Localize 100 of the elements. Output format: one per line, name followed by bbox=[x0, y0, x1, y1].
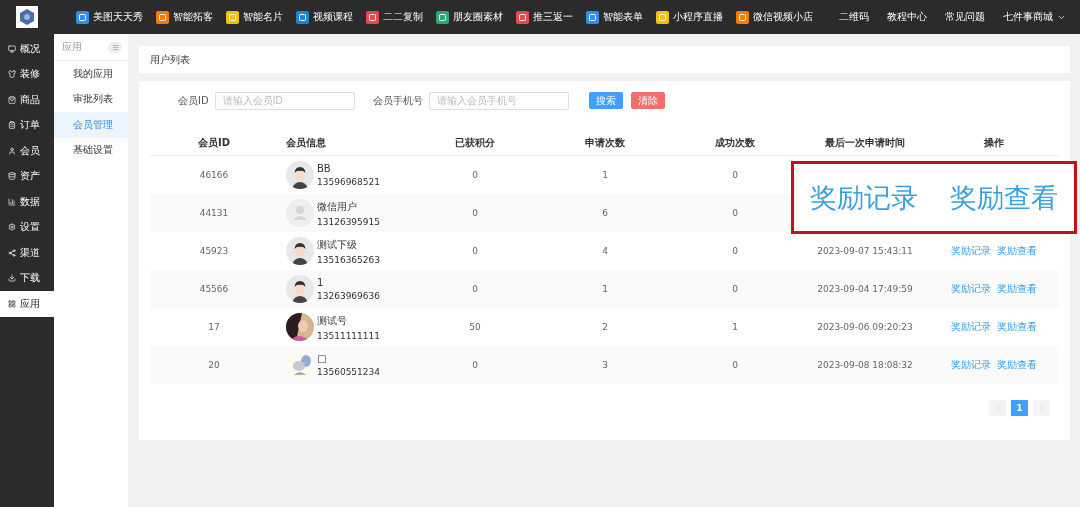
table-cell: 0 bbox=[472, 246, 478, 256]
member-name: 测试下级 bbox=[317, 237, 358, 252]
input-field[interactable]: 请输入会员手机号 bbox=[428, 91, 569, 110]
column-header: 会员ID bbox=[198, 136, 230, 150]
callout-text: 奖励查看 bbox=[950, 180, 1058, 215]
subnav-item[interactable]: 基础设置 bbox=[54, 137, 128, 163]
member-name: BB bbox=[317, 163, 332, 174]
bar-chart-icon bbox=[8, 197, 16, 206]
member-phone: 13596968521 bbox=[317, 177, 380, 187]
member-phone: 13516365263 bbox=[317, 254, 380, 265]
table-cell: 0 bbox=[472, 360, 478, 370]
subnav-item[interactable]: 审批列表 bbox=[54, 86, 128, 112]
table-cell: 0 bbox=[732, 360, 738, 370]
shirt-icon bbox=[8, 70, 16, 79]
top-link[interactable]: 教程中心 bbox=[887, 10, 927, 24]
table-cell: 1 bbox=[602, 170, 608, 180]
table-cell: 44131 bbox=[199, 208, 229, 218]
settings-icon bbox=[8, 223, 16, 232]
clipboard-icon bbox=[8, 121, 16, 130]
sidebar-item[interactable]: 商品 bbox=[0, 87, 54, 113]
next-page-button[interactable] bbox=[1033, 400, 1050, 416]
table-cell: 2023-09-07 15:43:11 bbox=[817, 246, 913, 256]
table-cell: 45566 bbox=[199, 284, 229, 294]
bag-icon bbox=[8, 95, 16, 104]
prev-page-button[interactable] bbox=[989, 400, 1006, 416]
field-label: 会员手机号 bbox=[372, 93, 423, 108]
table-cell: 1 bbox=[732, 322, 738, 332]
table-cell: 46166 bbox=[199, 170, 229, 180]
table-cell: 0 bbox=[472, 208, 478, 218]
account-menu[interactable]: 七件事商城 bbox=[1003, 10, 1066, 24]
column-header: 申请次数 bbox=[585, 136, 625, 150]
table-cell: 50 bbox=[469, 322, 481, 332]
table-cell: 17 bbox=[208, 322, 220, 332]
table-cell: 2023-09-08 18:08:32 bbox=[817, 360, 913, 370]
sidebar-item[interactable]: 会员 bbox=[0, 138, 54, 164]
member-name: 测试号 bbox=[317, 313, 348, 328]
member-name: 微信用户 bbox=[317, 199, 358, 214]
avatar bbox=[286, 275, 314, 303]
column-header: 操作 bbox=[984, 136, 1004, 150]
table-cell: 0 bbox=[732, 246, 738, 256]
avatar bbox=[286, 161, 314, 189]
subnav-title: 应用 bbox=[62, 40, 82, 54]
callout-text: 奖励记录 bbox=[810, 180, 918, 215]
member-phone: 13126395915 bbox=[317, 216, 380, 227]
avatar bbox=[286, 351, 314, 379]
grid-icon bbox=[8, 299, 16, 308]
member-phone: 13560551234 bbox=[317, 367, 380, 377]
download-icon bbox=[8, 274, 16, 283]
sidebar-item[interactable]: 订单 bbox=[0, 112, 54, 138]
member-phone: 13511111111 bbox=[317, 330, 380, 341]
sidebar-item[interactable]: 装修 bbox=[0, 61, 54, 87]
top-link[interactable]: 常见问题 bbox=[945, 10, 985, 24]
field-label: 会员ID bbox=[178, 93, 209, 108]
member-name: 1 bbox=[317, 277, 325, 288]
table-cell: 4 bbox=[602, 246, 608, 256]
top-link[interactable]: 二维码 bbox=[839, 10, 869, 24]
avatar bbox=[286, 237, 314, 265]
sidebar-item[interactable]: 资产 bbox=[0, 163, 54, 189]
nav-app-link[interactable]: 智能表单 bbox=[586, 10, 643, 24]
sidebar-item[interactable]: 渠道 bbox=[0, 240, 54, 266]
table-cell: 2023-09-04 17:49:59 bbox=[817, 284, 913, 294]
sidebar-item[interactable]: 数据 bbox=[0, 189, 54, 215]
logo[interactable] bbox=[16, 6, 38, 28]
sidebar-item[interactable]: 设置 bbox=[0, 214, 54, 240]
table-cell: 0 bbox=[732, 170, 738, 180]
nav-app-link[interactable]: 二二复制 bbox=[366, 10, 423, 24]
nav-app-link[interactable]: 智能拓客 bbox=[156, 10, 213, 24]
table-cell: 6 bbox=[602, 208, 608, 218]
database-icon bbox=[8, 172, 16, 181]
nav-app-link[interactable]: 视频课程 bbox=[296, 10, 353, 24]
share-icon bbox=[8, 248, 16, 257]
collapse-button[interactable] bbox=[108, 41, 122, 53]
nav-app-link[interactable]: 推三返一 bbox=[516, 10, 573, 24]
member-phone: 13263969636 bbox=[317, 291, 380, 301]
table-cell: 45923 bbox=[199, 246, 229, 256]
sidebar-item[interactable]: 概况 bbox=[0, 36, 54, 62]
table-cell: 1 bbox=[602, 284, 608, 294]
member-name: □ bbox=[317, 353, 328, 364]
column-header: 会员信息 bbox=[285, 136, 326, 150]
table-cell: 0 bbox=[732, 284, 738, 294]
page-title: 用户列表 bbox=[150, 52, 190, 67]
column-header: 最后一次申请时间 bbox=[825, 136, 905, 150]
subnav-item[interactable]: 我的应用 bbox=[54, 61, 128, 87]
table-cell: 2 bbox=[602, 322, 608, 332]
column-header: 已获积分 bbox=[455, 136, 495, 150]
column-header: 成功次数 bbox=[715, 136, 755, 150]
table-cell: 0 bbox=[472, 170, 478, 180]
monitor-icon bbox=[8, 44, 16, 53]
nav-app-link[interactable]: 智能名片 bbox=[226, 10, 283, 24]
avatar bbox=[286, 199, 314, 227]
table-cell: 0 bbox=[732, 208, 738, 218]
sidebar-item[interactable]: 下载 bbox=[0, 265, 54, 291]
table-cell: 2023-09-06 09:20:23 bbox=[817, 322, 913, 332]
nav-app-link[interactable]: 美图天天秀 bbox=[76, 10, 143, 24]
nav-app-link[interactable]: 微信视频小店 bbox=[736, 10, 813, 24]
table-cell: 0 bbox=[472, 284, 478, 294]
nav-app-link[interactable]: 朋友圈素材 bbox=[436, 10, 503, 24]
nav-app-link[interactable]: 小程序直播 bbox=[656, 10, 723, 24]
input-field[interactable]: 请输入会员ID bbox=[214, 91, 355, 110]
sidebar-item[interactable]: 应用 bbox=[0, 291, 54, 317]
